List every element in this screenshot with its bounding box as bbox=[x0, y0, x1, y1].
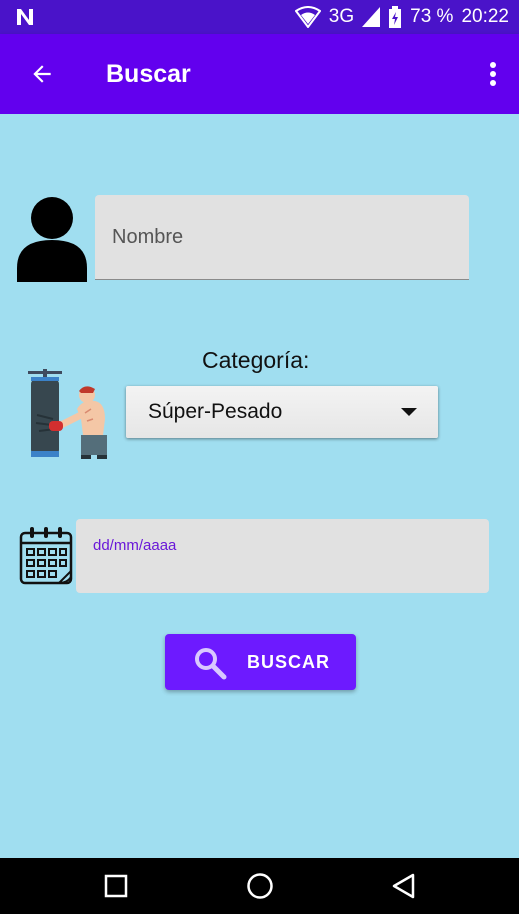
date-hint: dd/mm/aaaa bbox=[93, 537, 177, 554]
status-indicators: 3G 73 % 20:22 bbox=[294, 0, 509, 34]
battery-icon bbox=[389, 6, 402, 28]
network-type: 3G bbox=[328, 6, 355, 27]
category-dropdown[interactable]: Súper-Pesado bbox=[126, 386, 438, 438]
recent-apps-icon bbox=[104, 874, 128, 898]
date-field[interactable]: dd/mm/aaaa bbox=[76, 519, 489, 593]
clock: 20:22 bbox=[461, 6, 509, 27]
nav-back-button[interactable] bbox=[384, 866, 424, 906]
search-form: Categoría: Súper-Pesado dd/mm/aaaa BUSCA… bbox=[0, 114, 519, 858]
category-selected-value: Súper-Pesado bbox=[148, 400, 283, 423]
search-button-label: BUSCAR bbox=[247, 652, 331, 672]
dropdown-arrow-icon bbox=[401, 408, 417, 416]
battery-percent: 73 % bbox=[410, 6, 454, 27]
back-icon bbox=[392, 873, 415, 899]
more-vert-icon bbox=[490, 62, 496, 86]
status-bar: 3G 73 % 20:22 bbox=[0, 0, 519, 34]
page-title: Buscar bbox=[106, 60, 191, 88]
name-input[interactable] bbox=[95, 195, 469, 279]
home-icon bbox=[247, 873, 273, 899]
recent-apps-button[interactable] bbox=[96, 866, 136, 906]
home-button[interactable] bbox=[240, 866, 280, 906]
arrow-back-icon bbox=[33, 65, 51, 83]
app-bar: Buscar bbox=[0, 34, 519, 114]
signal-icon bbox=[362, 7, 381, 27]
system-nav-bar bbox=[0, 858, 519, 914]
calendar-icon bbox=[19, 527, 73, 585]
boxer-punching-bag-icon bbox=[28, 369, 107, 459]
search-button[interactable]: BUSCAR bbox=[165, 634, 356, 690]
wifi-icon bbox=[294, 6, 321, 28]
category-label: Categoría: bbox=[202, 347, 310, 373]
back-button[interactable] bbox=[22, 54, 62, 94]
notification-n-icon bbox=[17, 9, 33, 25]
overflow-menu-button[interactable] bbox=[481, 54, 505, 94]
name-field[interactable] bbox=[95, 195, 469, 280]
search-icon bbox=[195, 648, 227, 680]
person-icon bbox=[17, 197, 87, 282]
